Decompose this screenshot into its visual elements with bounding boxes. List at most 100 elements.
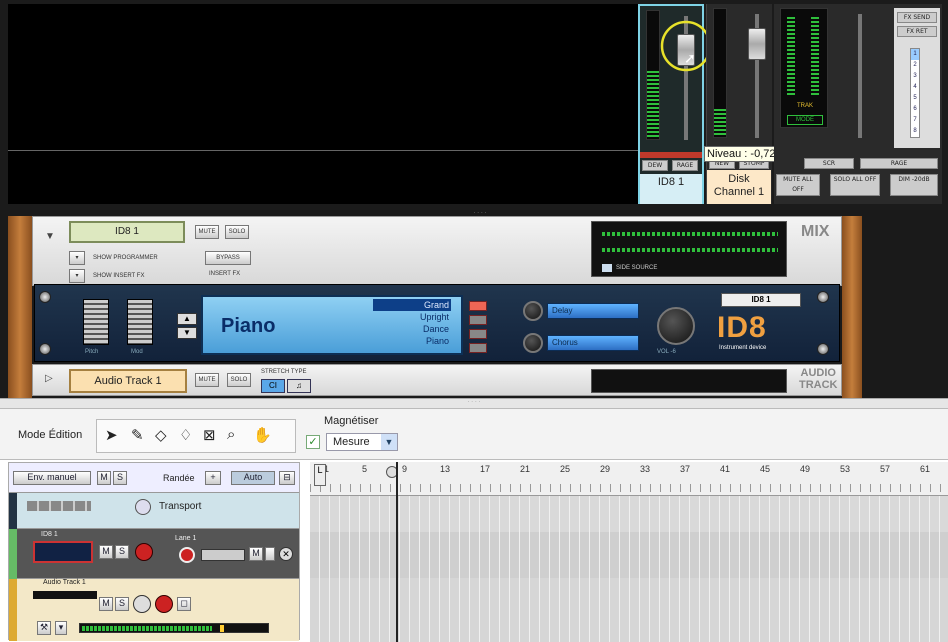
preset-led[interactable]: [469, 329, 487, 339]
mix-solo-button[interactable]: SOLO: [225, 225, 249, 239]
channel-strip-disk[interactable]: NEW STOMP Disk Channel 1: [706, 4, 772, 204]
preset-item-selected[interactable]: Grand: [373, 299, 451, 311]
ruler-mark: 61: [920, 464, 931, 474]
audio-record-button[interactable]: [155, 595, 173, 613]
header-s-button[interactable]: S: [113, 471, 127, 485]
channel-name[interactable]: Disk Channel 1: [707, 170, 771, 204]
mix-label: MIX: [801, 223, 830, 240]
mute-tool-icon[interactable]: ⊠: [203, 426, 216, 444]
id8-track[interactable]: ID8 1 M S Lane 1 M ✕: [9, 529, 299, 579]
preset-item[interactable]: Upright: [373, 311, 451, 323]
razor-tool-icon[interactable]: ♢: [179, 426, 192, 444]
header-m-button[interactable]: M: [97, 471, 111, 485]
left-locator[interactable]: L: [314, 464, 326, 486]
audio-dropdown[interactable]: ▾: [55, 621, 67, 635]
pitch-wheel[interactable]: [83, 299, 109, 345]
timeline-ruler[interactable]: 1 5 9 13 17 21 25 29 33 37 41 45 49 53 5…: [310, 462, 948, 496]
pencil-tool-icon[interactable]: ✎: [131, 426, 144, 444]
eraser-tool-icon[interactable]: ◇: [155, 426, 167, 444]
rack-screw: [39, 343, 51, 355]
magnetise-checkbox[interactable]: ✓: [306, 435, 320, 449]
track-color-tab: [9, 493, 17, 529]
dim-button[interactable]: DIM -20dB: [890, 174, 938, 196]
solo-all-off-button[interactable]: SOLO ALL OFF: [830, 174, 880, 196]
lane-record-button[interactable]: [179, 547, 195, 563]
instrument-name-box[interactable]: ID8 1: [721, 293, 801, 307]
transport-icon: [135, 499, 151, 515]
preset-led[interactable]: [469, 301, 487, 311]
master-top-btn-b[interactable]: RAGE: [860, 158, 938, 169]
preset-led[interactable]: [469, 343, 487, 353]
lane-extra-button[interactable]: [265, 547, 275, 561]
collapse-arrow-icon[interactable]: ▼: [45, 231, 55, 242]
channel-strip-id8[interactable]: ➚ DEW RAGE ID8 1: [638, 4, 712, 204]
lane-selector[interactable]: [201, 549, 245, 561]
mix-mute-button[interactable]: MUTE: [195, 225, 219, 239]
stretch-mode-a[interactable]: CI: [261, 379, 285, 393]
id8-m-button[interactable]: M: [99, 545, 113, 559]
show-insert-fx-toggle[interactable]: ▾: [69, 269, 85, 283]
mute-all-off-button[interactable]: MUTE ALL OFF: [776, 174, 820, 196]
monitor-button[interactable]: [133, 595, 151, 613]
sidechain-checkbox[interactable]: [602, 264, 612, 272]
ruler-mark: 53: [840, 464, 851, 474]
transport-controls[interactable]: [27, 501, 91, 511]
patch-b-knob[interactable]: [523, 333, 543, 353]
add-lane-button[interactable]: +: [205, 471, 221, 485]
patch-b-button[interactable]: Chorus: [547, 335, 639, 351]
bypass-button[interactable]: BYPASS: [205, 251, 251, 265]
magnetise-label: Magnétiser: [324, 415, 379, 427]
env-manual-button[interactable]: Env. manuel: [13, 471, 91, 485]
delete-lane-icon[interactable]: ✕: [279, 547, 293, 561]
arrow-tool-icon[interactable]: ➤: [105, 426, 118, 444]
volume-fader[interactable]: [748, 28, 766, 60]
panel-splitter[interactable]: · · · ·: [0, 398, 948, 408]
mixer-empty-area: [8, 4, 638, 204]
master-top-btn-a[interactable]: SCR: [804, 158, 854, 169]
audio-s-button[interactable]: S: [115, 597, 129, 611]
id8-thumbnail: [33, 541, 93, 563]
preset-item[interactable]: Piano: [373, 335, 451, 347]
audio-m-button[interactable]: M: [99, 597, 113, 611]
ruler-mark: 57: [880, 464, 891, 474]
id8-s-button[interactable]: S: [115, 545, 129, 559]
hand-tool-icon[interactable]: ✋: [253, 426, 272, 444]
preset-item[interactable]: Dance: [373, 323, 451, 335]
audio-wrench-icon[interactable]: ⚒: [37, 621, 51, 635]
audio-track-name[interactable]: Audio Track 1: [69, 369, 187, 393]
patch-a-button[interactable]: Delay: [547, 303, 639, 319]
instrument-display-name: Piano: [221, 315, 276, 337]
audio-track[interactable]: Audio Track 1 M S ◻ ⚒ ▾: [9, 579, 299, 641]
show-programmer-toggle[interactable]: ▾: [69, 251, 85, 265]
audio-solo-button[interactable]: SOLO: [227, 373, 251, 387]
transport-track[interactable]: Transport: [9, 493, 299, 529]
mod-wheel[interactable]: [127, 299, 153, 345]
volume-knob[interactable]: [657, 307, 695, 345]
audio-extra-button[interactable]: ◻: [177, 597, 191, 611]
mode-button[interactable]: MODE: [787, 115, 823, 125]
stretch-mode-b[interactable]: ♫: [287, 379, 311, 393]
mix-device-name[interactable]: ID8 1: [69, 221, 185, 243]
channel-name[interactable]: ID8 1: [640, 174, 702, 204]
header-extra-button[interactable]: ⊟: [279, 471, 295, 485]
record-button[interactable]: [135, 543, 153, 561]
audio-mute-button[interactable]: MUTE: [195, 373, 219, 387]
magnetise-select[interactable]: Mesure ▼: [326, 433, 398, 451]
patch-a-knob[interactable]: [523, 301, 543, 321]
expand-arrow-icon[interactable]: ▷: [45, 373, 53, 384]
preset-list[interactable]: Grand Upright Dance Piano: [373, 299, 451, 347]
channel-btn-a[interactable]: DEW: [642, 160, 668, 171]
magnify-tool-icon[interactable]: ⌕: [227, 426, 235, 443]
preset-led[interactable]: [469, 315, 487, 325]
cursor-icon: ➚: [684, 50, 696, 66]
preset-up-button[interactable]: ▲: [177, 313, 197, 325]
preset-down-button[interactable]: ▼: [177, 327, 197, 339]
auto-button[interactable]: Auto: [231, 471, 275, 485]
show-insert-fx-label: SHOW INSERT FX: [93, 273, 145, 279]
playhead-line: [396, 462, 398, 642]
lane-m-button[interactable]: M: [249, 547, 263, 561]
channel-btn-b[interactable]: RAGE: [672, 160, 698, 171]
ruler-mark: 29: [600, 464, 611, 474]
chevron-down-icon[interactable]: ▼: [381, 434, 397, 450]
audio-track-label: AUDIO TRACK: [799, 367, 838, 391]
